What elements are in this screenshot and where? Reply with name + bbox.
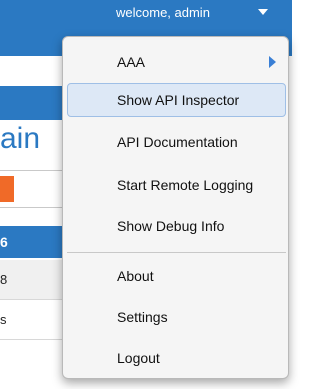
menu-item-label: API Documentation (117, 134, 238, 150)
submenu-arrow-icon (269, 56, 276, 68)
chevron-down-icon[interactable] (258, 9, 268, 15)
menu-item-label: Start Remote Logging (117, 177, 254, 193)
menu-item-label: Logout (117, 350, 160, 366)
menu-item-label: AAA (117, 54, 146, 70)
menu-item-about[interactable]: About (67, 259, 286, 293)
menu-item-settings[interactable]: Settings (67, 300, 286, 334)
orange-logo-fragment (0, 176, 14, 202)
menu-item-api-documentation[interactable]: API Documentation (67, 125, 286, 159)
menu-item-label: Settings (117, 309, 168, 325)
menu-item-label: Show Debug Info (117, 218, 225, 234)
user-menu-trigger[interactable]: welcome, admin (116, 5, 292, 25)
table-header-fragment: 6 (0, 226, 70, 258)
menu-item-label: About (117, 268, 154, 284)
page-title-fragment: ain (0, 122, 41, 155)
table-row: 8 (0, 260, 70, 300)
menu-item-aaa[interactable]: AAA (67, 45, 286, 79)
table-row: s (0, 300, 70, 340)
menu-item-logout[interactable]: Logout (67, 341, 286, 375)
user-dropdown-menu: AAA Show API Inspector API Documentation… (62, 36, 289, 379)
welcome-label: welcome, admin (116, 5, 210, 20)
menu-item-start-remote-logging[interactable]: Start Remote Logging (67, 168, 286, 202)
menu-item-label: Show API Inspector (117, 92, 240, 108)
menu-item-show-debug-info[interactable]: Show Debug Info (67, 209, 286, 243)
menu-item-show-api-inspector[interactable]: Show API Inspector (67, 83, 286, 117)
menu-separator (67, 252, 286, 253)
background-blue-strip (0, 86, 70, 120)
